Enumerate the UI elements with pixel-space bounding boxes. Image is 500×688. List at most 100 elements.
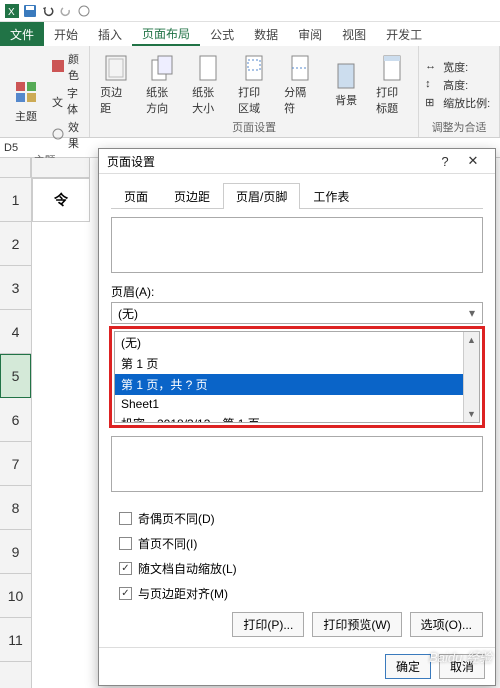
help-button[interactable]: ? xyxy=(431,151,459,171)
excel-icon: X xyxy=(4,3,20,19)
width-row[interactable]: ↔宽度: xyxy=(425,58,493,76)
name-box[interactable]: D5 xyxy=(4,142,64,154)
row-header-3[interactable]: 3 xyxy=(0,266,31,310)
row-header-5[interactable]: 5 xyxy=(0,354,31,398)
list-item-confidential[interactable]: 机密，2018/3/13，第 1 页 xyxy=(115,413,479,423)
dialog-titlebar: 页面设置 ? ✕ xyxy=(99,149,495,174)
cancel-button[interactable]: 取消 xyxy=(439,654,485,679)
width-icon: ↔ xyxy=(425,60,439,74)
redo-icon[interactable] xyxy=(58,3,74,19)
checkbox-icon xyxy=(119,512,132,525)
header-combo-value: (无) xyxy=(118,305,138,322)
tab-page-layout[interactable]: 页面布局 xyxy=(132,22,200,46)
orientation-icon xyxy=(148,54,176,82)
print-area-icon xyxy=(240,54,268,82)
options-button[interactable]: 选项(O)... xyxy=(410,612,483,637)
list-scrollbar[interactable]: ▲ ▼ xyxy=(463,332,479,422)
list-item-none[interactable]: (无) xyxy=(115,332,479,353)
print-titles-button[interactable]: 打印标题 xyxy=(372,50,412,119)
scale-checkbox-row[interactable]: ✓随文档自动缩放(L) xyxy=(119,560,483,577)
row-header-8[interactable]: 8 xyxy=(0,486,31,530)
row-header-6[interactable]: 6 xyxy=(0,398,31,442)
touch-mode-icon[interactable] xyxy=(76,3,92,19)
fonts-icon: 文 xyxy=(52,94,63,108)
row-header-7[interactable]: 7 xyxy=(0,442,31,486)
list-item-page1[interactable]: 第 1 页 xyxy=(115,353,479,374)
themes-icon xyxy=(12,78,40,106)
scroll-up-icon[interactable]: ▲ xyxy=(464,332,479,348)
cell-a1[interactable]: 令 xyxy=(32,178,90,222)
themes-button[interactable]: 主题 xyxy=(6,50,46,152)
scale-row[interactable]: ⊞缩放比例: xyxy=(425,94,493,112)
save-icon[interactable] xyxy=(22,3,38,19)
select-all[interactable] xyxy=(0,158,31,178)
header-options-list[interactable]: (无) 第 1 页 第 1 页，共 ? 页 Sheet1 机密，2018/3/1… xyxy=(114,331,480,423)
tab-formulas[interactable]: 公式 xyxy=(200,22,244,46)
row-header-9[interactable]: 9 xyxy=(0,530,31,574)
row-header-4[interactable]: 4 xyxy=(0,310,31,354)
print-area-button[interactable]: 打印区域 xyxy=(234,50,274,119)
margins-button[interactable]: 页边距 xyxy=(96,50,136,119)
highlight-box: (无) 第 1 页 第 1 页，共 ? 页 Sheet1 机密，2018/3/1… xyxy=(109,326,485,428)
print-button[interactable]: 打印(P)... xyxy=(232,612,304,637)
checkbox-icon xyxy=(119,537,132,550)
undo-icon[interactable] xyxy=(40,3,56,19)
header-combo[interactable]: (无) ▾ xyxy=(111,302,483,324)
colors-button[interactable]: 颜色 xyxy=(52,50,83,84)
page-setup-dialog: 页面设置 ? ✕ 页面 页边距 页眉/页脚 工作表 页眉(A): (无) ▾ (… xyxy=(98,148,496,686)
oddeven-checkbox-row[interactable]: 奇偶页不同(D) xyxy=(119,510,483,527)
breaks-icon xyxy=(286,54,314,82)
ribbon: 主题 颜色 文字体 效果 主题 页边距 纸张方向 纸张大小 打印区域 分隔符 背… xyxy=(0,46,500,138)
quick-access-toolbar: X xyxy=(0,0,500,22)
tab-sheet[interactable]: 工作表 xyxy=(300,183,362,209)
tab-margins[interactable]: 页边距 xyxy=(161,183,223,209)
ok-button[interactable]: 确定 xyxy=(385,654,431,679)
tab-file[interactable]: 文件 xyxy=(0,22,44,46)
effects-icon xyxy=(52,128,64,142)
firstpage-checkbox-row[interactable]: 首页不同(I) xyxy=(119,535,483,552)
footer-preview xyxy=(111,436,483,492)
breaks-button[interactable]: 分隔符 xyxy=(280,50,320,119)
size-icon xyxy=(194,54,222,82)
row-headers: 1 2 3 4 5 6 7 8 9 10 11 xyxy=(0,158,32,688)
svg-text:X: X xyxy=(8,7,15,18)
colors-icon xyxy=(52,60,64,74)
align-checkbox-row[interactable]: ✓与页边距对齐(M) xyxy=(119,585,483,602)
list-item-page1-of[interactable]: 第 1 页，共 ? 页 xyxy=(115,374,479,395)
row-header-2[interactable]: 2 xyxy=(0,222,31,266)
fonts-button[interactable]: 文字体 xyxy=(52,84,83,118)
tab-data[interactable]: 数据 xyxy=(244,22,288,46)
row-header-10[interactable]: 10 xyxy=(0,574,31,618)
close-button[interactable]: ✕ xyxy=(459,151,487,171)
print-preview-button[interactable]: 打印预览(W) xyxy=(312,612,401,637)
tab-view[interactable]: 视图 xyxy=(332,22,376,46)
tab-page[interactable]: 页面 xyxy=(111,183,161,209)
row-header-1[interactable]: 1 xyxy=(0,178,31,222)
themes-label: 主题 xyxy=(15,108,37,124)
col-header-a[interactable] xyxy=(32,158,90,178)
scale-group-label: 调整为合适 xyxy=(425,119,493,135)
dialog-title: 页面设置 xyxy=(107,153,155,170)
tab-review[interactable]: 审阅 xyxy=(288,22,332,46)
header-preview xyxy=(111,217,483,273)
margins-icon xyxy=(102,54,130,82)
background-icon xyxy=(332,62,360,90)
checkbox-checked-icon: ✓ xyxy=(119,562,132,575)
size-button[interactable]: 纸张大小 xyxy=(188,50,228,119)
ribbon-tabs: 文件 开始 插入 页面布局 公式 数据 审阅 视图 开发工 xyxy=(0,22,500,46)
print-titles-icon xyxy=(378,54,406,82)
tab-developer[interactable]: 开发工 xyxy=(376,22,432,46)
chevron-down-icon: ▾ xyxy=(464,305,480,321)
background-button[interactable]: 背景 xyxy=(326,50,366,119)
height-row[interactable]: ↕高度: xyxy=(425,76,493,94)
tab-home[interactable]: 开始 xyxy=(44,22,88,46)
tab-insert[interactable]: 插入 xyxy=(88,22,132,46)
height-icon: ↕ xyxy=(425,78,439,92)
orientation-button[interactable]: 纸张方向 xyxy=(142,50,182,119)
row-header-11[interactable]: 11 xyxy=(0,618,31,662)
list-item-sheet[interactable]: Sheet1 xyxy=(115,395,479,413)
checkbox-checked-icon: ✓ xyxy=(119,587,132,600)
tab-header-footer[interactable]: 页眉/页脚 xyxy=(223,183,300,209)
page-setup-group-label: 页面设置 xyxy=(96,119,412,135)
scroll-down-icon[interactable]: ▼ xyxy=(464,406,479,422)
